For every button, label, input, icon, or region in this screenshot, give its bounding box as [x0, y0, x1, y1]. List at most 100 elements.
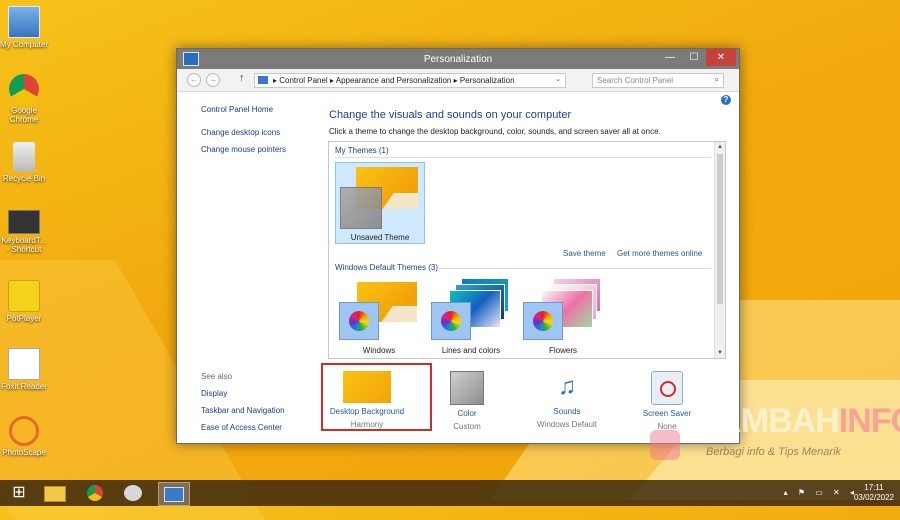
watermark-logo-icon [650, 430, 680, 460]
chevron-down-icon[interactable]: ⌄ [555, 75, 561, 83]
desktop-icon-label: PotPlayer [6, 314, 42, 323]
desktop-icon-recycle-bin[interactable]: Recycle Bin [0, 142, 48, 183]
breadcrumb[interactable]: ▸ Control Panel ▸ Appearance and Persona… [254, 73, 566, 88]
control-panel-home-link[interactable]: Control Panel Home [201, 105, 331, 114]
desktop-icon-my-computer[interactable]: My Computer [0, 6, 48, 49]
control-panel-icon [258, 76, 268, 84]
foxit-icon [8, 348, 40, 380]
windows-start-icon[interactable]: ⊞ [4, 482, 34, 504]
change-desktop-icons-link[interactable]: Change desktop icons [201, 128, 331, 137]
help-icon[interactable]: ? [721, 95, 731, 105]
keyboard-icon [8, 210, 40, 234]
my-themes-label: My Themes (1) [335, 146, 389, 155]
clock-time: 17:11 [864, 483, 884, 492]
save-theme-link[interactable]: Save theme [563, 249, 606, 258]
option-value: Custom [453, 422, 481, 431]
desktop-icon-label: Google Chrome [9, 106, 39, 124]
desktop-icon-keyboard-shortcut[interactable]: KeyboardT... - Shortcut [0, 210, 48, 254]
search-icon[interactable]: ⌕ [715, 75, 719, 85]
themes-list: My Themes (1) Unsaved Theme Save theme G… [328, 141, 726, 359]
scroll-down-icon[interactable]: ▼ [717, 350, 723, 356]
theme-windows[interactable]: Windows [335, 276, 423, 356]
theme-name: Unsaved Theme [350, 233, 410, 242]
palette-icon [441, 311, 461, 331]
theme-unsaved[interactable]: Unsaved Theme [335, 162, 425, 244]
theme-name: Flowers [548, 346, 577, 355]
color-swatch-icon [450, 371, 484, 405]
screen-saver-icon [651, 371, 683, 405]
desktop-icon-label: Recycle Bin [2, 174, 46, 183]
scroll-up-icon[interactable]: ▲ [717, 144, 723, 150]
taskbar-control-panel[interactable] [158, 482, 190, 506]
title-bar[interactable]: Personalization — ☐ ✕ [177, 49, 739, 69]
taskbar-navigation-link[interactable]: Taskbar and Navigation [201, 406, 331, 415]
option-label: Sounds [553, 407, 581, 416]
maximize-button[interactable]: ☐ [683, 49, 705, 66]
control-panel-icon [164, 487, 184, 502]
option-value: Windows Default [536, 420, 598, 429]
close-button[interactable]: ✕ [706, 49, 736, 66]
palette-icon [349, 311, 369, 331]
personalization-window: Personalization — ☐ ✕ ← → ↑ ▸ Control Pa… [176, 48, 740, 444]
taskbar: ⊞ ▴ ⚑ ▭ ✕ ◂ 17:11 03/02/2022 [0, 480, 900, 506]
watermark-brand: TAMBAHINFO [700, 402, 900, 441]
taskbar-chrome[interactable] [80, 482, 110, 504]
watermark-tagline: Berbagi info & Tips Menarik [706, 446, 842, 458]
paint-icon [124, 485, 142, 501]
ease-of-access-link[interactable]: Ease of Access Center [201, 423, 331, 432]
divider [335, 157, 711, 158]
clock[interactable]: 17:11 03/02/2022 [854, 483, 894, 503]
desktop-icon-label: PhotoScape [2, 448, 46, 457]
desktop-icon-foxit-reader[interactable]: Foxit Reader [0, 348, 48, 391]
page-title: Change the visuals and sounds on your co… [329, 109, 572, 121]
chrome-icon [9, 74, 39, 104]
taskbar-file-explorer[interactable] [40, 482, 70, 504]
minimize-button[interactable]: — [659, 49, 681, 66]
get-more-themes-link[interactable]: Get more themes online [617, 249, 702, 258]
photoscape-icon [9, 416, 39, 446]
see-also-section: See also Display Taskbar and Navigation … [201, 372, 331, 440]
theme-name: Windows [362, 346, 396, 355]
back-button[interactable]: ← [187, 73, 201, 87]
page-subtitle: Click a theme to change the desktop back… [329, 127, 661, 136]
desktop-icon-potplayer[interactable]: PotPlayer [0, 280, 48, 323]
music-notes-icon: ♫ [558, 373, 576, 400]
desktop-icon-label: KeyboardT... - Shortcut [1, 236, 47, 254]
window-title: Personalization [423, 54, 493, 65]
forward-button[interactable]: → [206, 73, 220, 87]
breadcrumb-path: ▸ Control Panel ▸ Appearance and Persona… [273, 76, 515, 85]
scroll-thumb[interactable] [717, 154, 723, 304]
divider [439, 268, 711, 269]
desktop-icon-label: My Computer [0, 40, 49, 49]
sounds-option[interactable]: ♫ Sounds Windows Default [527, 371, 607, 429]
desktop-icon-photoscape[interactable]: PhotoScape [0, 416, 48, 457]
change-mouse-pointers-link[interactable]: Change mouse pointers [201, 145, 331, 154]
clock-date: 03/02/2022 [853, 493, 894, 502]
color-option[interactable]: Color Custom [427, 371, 507, 431]
see-also-label: See also [201, 372, 233, 381]
up-button[interactable]: ↑ [239, 72, 245, 84]
watermark-brand-a: TAMBAH [700, 402, 840, 440]
recycle-bin-icon [13, 142, 35, 172]
display-link[interactable]: Display [201, 389, 331, 398]
computer-icon [8, 6, 40, 38]
potplayer-icon [8, 280, 40, 312]
theme-lines-and-colors[interactable]: Lines and colors [427, 276, 515, 356]
left-pane: Control Panel Home Change desktop icons … [201, 105, 331, 162]
search-input[interactable]: Search Control Panel ⌕ [592, 73, 724, 88]
watermark-brand-b: INFO [838, 402, 900, 440]
desktop-icon-google-chrome[interactable]: Google Chrome [0, 74, 48, 124]
watermark: TAMBAHINFO Berbagi info & Tips Menarik [650, 402, 900, 472]
taskbar-paint[interactable] [118, 482, 148, 504]
desktop-icon-label: Foxit Reader [1, 382, 47, 391]
highlight-box [321, 363, 432, 431]
default-themes-label: Windows Default Themes (3) [335, 263, 438, 272]
system-tray[interactable]: ▴ ⚑ ▭ ✕ ◂ [784, 488, 858, 497]
search-placeholder: Search Control Panel [597, 76, 674, 85]
themes-scrollbar[interactable]: ▲ ▼ [714, 142, 725, 358]
option-label: Color [457, 409, 477, 418]
theme-name: Lines and colors [441, 346, 501, 355]
address-bar: ← → ↑ ▸ Control Panel ▸ Appearance and P… [177, 69, 739, 92]
folder-icon [44, 486, 66, 502]
theme-flowers[interactable]: Flowers [519, 276, 607, 356]
